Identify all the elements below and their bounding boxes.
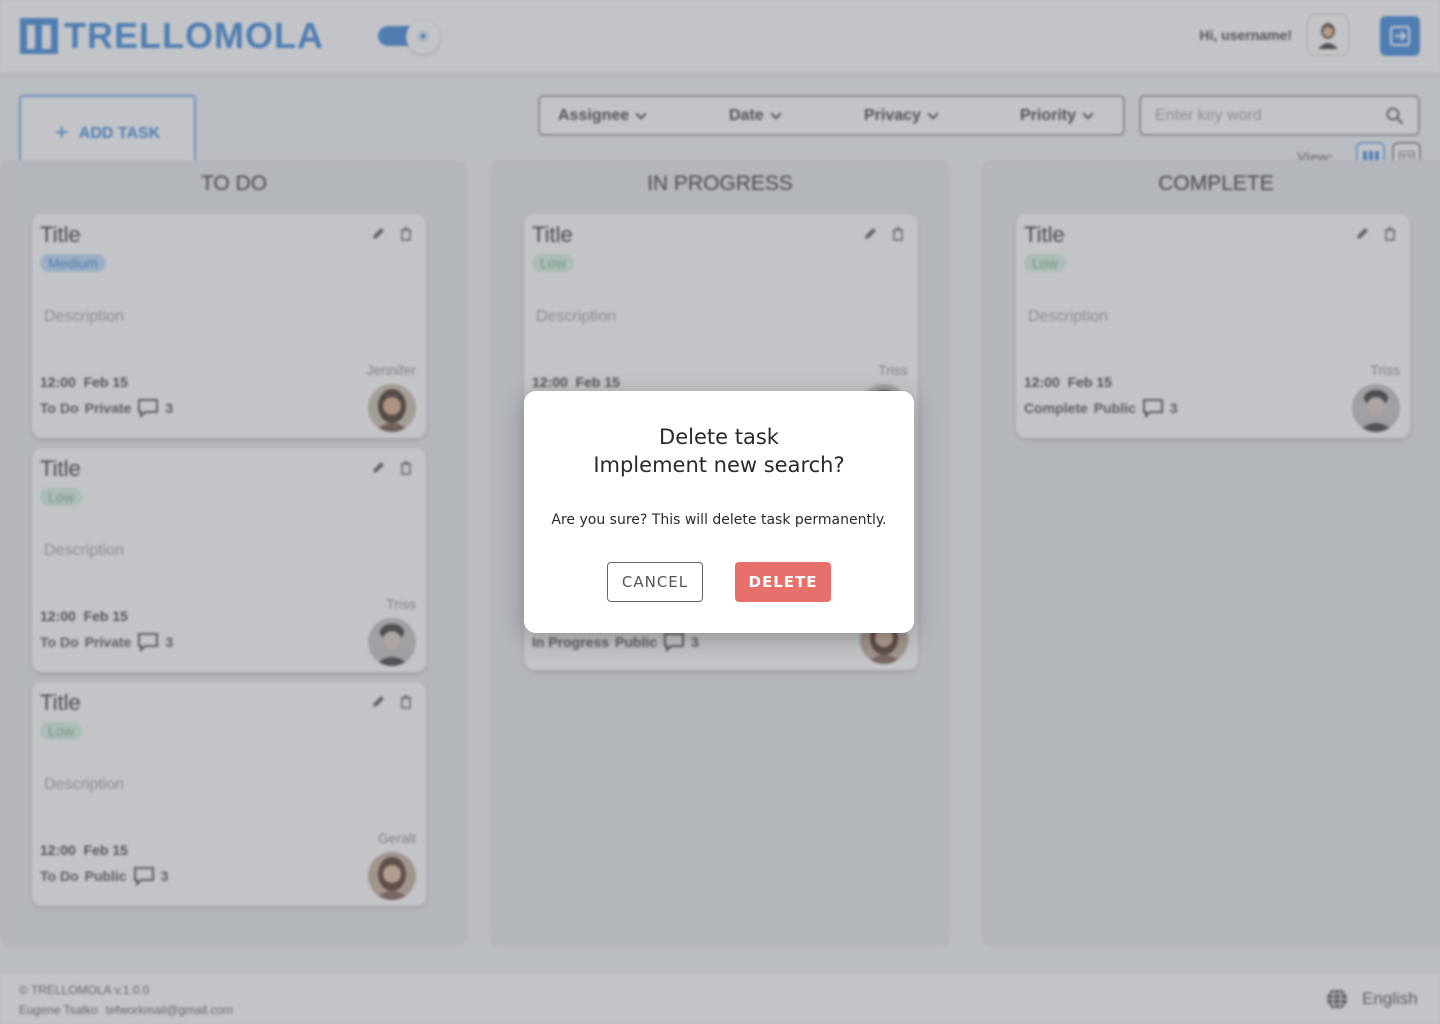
dialog-task-name: Implement new search? (593, 453, 845, 477)
cancel-button[interactable]: CANCEL (607, 562, 703, 602)
dialog-message: Are you sure? This will delete task perm… (551, 512, 887, 528)
dialog-title: Delete task (659, 425, 779, 449)
delete-button[interactable]: DELETE (735, 562, 831, 602)
delete-task-dialog: Delete task Implement new search? Are yo… (524, 391, 914, 633)
